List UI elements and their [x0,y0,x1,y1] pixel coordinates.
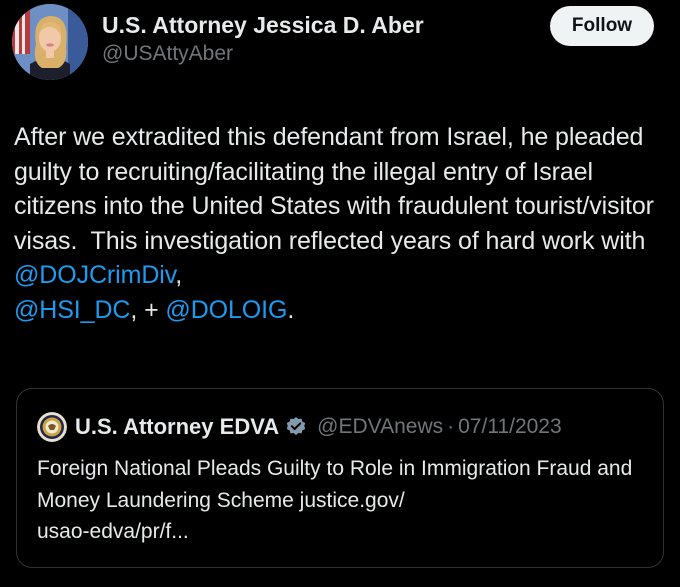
quoted-tweet[interactable]: U.S. Attorney EDVA @EDVAnews · 07/11/202… [16,388,664,568]
quoted-tweet-text: Foreign National Pleads Guilty to Role i… [37,457,633,543]
quoted-tweet-header: U.S. Attorney EDVA @EDVAnews · 07/11/202… [37,411,562,443]
tweet-text-segment: , [175,261,183,289]
tweet-text-segment: . [287,295,295,324]
tweet-header: U.S. Attorney Jessica D. Aber @USAttyAbe… [8,4,668,80]
tweet-text-segment: , + [130,295,166,324]
author-display-name[interactable]: U.S. Attorney Jessica D. Aber [102,10,424,40]
author-handle[interactable]: @USAttyAber [102,40,424,68]
follow-button[interactable]: Follow [550,6,654,46]
quoted-author-name[interactable]: U.S. Attorney EDVA [75,414,279,440]
mention-link-hsi-dc[interactable]: @HSI_DC [14,296,130,324]
quoted-author-handle[interactable]: @EDVAnews [317,415,443,439]
separator-dot: · [447,415,455,438]
mention-link-doloig[interactable]: @DOLOIG [165,296,287,324]
tweet-text: After we extradited this defendant from … [14,120,670,327]
profile-photo-icon [12,4,88,80]
tweet-text-segment: After we extradited this defendant from … [14,123,661,255]
avatar[interactable] [12,4,88,80]
author-info: U.S. Attorney Jessica D. Aber @USAttyAbe… [102,10,424,68]
quoted-tweet-date[interactable]: 07/11/2023 [458,415,562,439]
mention-link-dojcrimdiv[interactable]: @DOJCrimDiv [14,261,175,289]
verified-badge-icon [286,417,306,435]
tweet-card: U.S. Attorney Jessica D. Aber @USAttyAbe… [0,0,680,587]
doj-seal-icon [37,412,67,442]
